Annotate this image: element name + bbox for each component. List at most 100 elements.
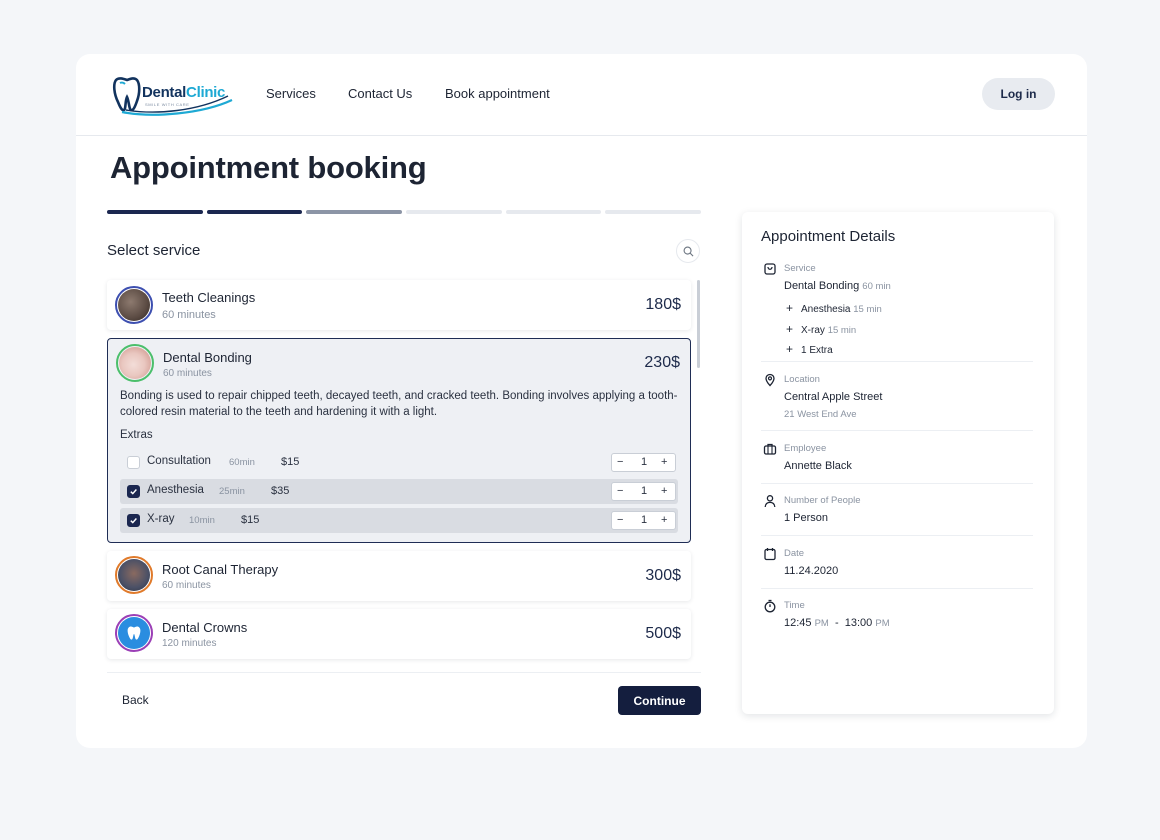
service-avatar	[116, 344, 154, 382]
continue-button[interactable]: Continue	[618, 686, 701, 715]
decrement-button[interactable]: −	[617, 485, 623, 497]
time-start-ampm: PM	[814, 618, 829, 629]
extra-price: $15	[281, 456, 300, 468]
service-item-teeth-cleanings[interactable]: Teeth Cleanings 60 minutes 180$	[107, 280, 691, 330]
increment-button[interactable]: +	[661, 456, 667, 468]
extra-duration: 60min	[229, 457, 255, 468]
details-title: Appointment Details	[761, 228, 896, 245]
time-start: 12:45	[784, 617, 812, 629]
quantity-stepper[interactable]: − 1 +	[611, 482, 676, 501]
details-extra: + X-ray 15 min	[786, 322, 857, 336]
decrement-button[interactable]: −	[617, 456, 623, 468]
details-time-label: Time	[784, 600, 805, 611]
service-price: 300$	[645, 567, 681, 584]
divider	[761, 430, 1033, 431]
tooth-icon	[127, 626, 141, 640]
quantity-stepper[interactable]: − 1 +	[611, 453, 676, 472]
service-name: Teeth Cleanings	[162, 290, 256, 305]
extra-duration: 25min	[219, 486, 245, 497]
service-duration: 60 minutes	[162, 580, 211, 591]
service-price: 230$	[644, 354, 680, 371]
person-icon	[764, 495, 776, 508]
login-button[interactable]: Log in	[982, 78, 1055, 110]
plus-icon: +	[786, 301, 794, 315]
search-icon	[683, 246, 693, 256]
checkmark-icon	[130, 489, 137, 495]
time-separator: -	[834, 617, 839, 629]
details-date-value: 11.24.2020	[784, 565, 839, 577]
details-time: Time 12:45 PM - 13:00 PM	[761, 599, 1033, 639]
logo-tagline: SMILE WITH CARE	[145, 102, 190, 107]
extra-checkbox[interactable]	[127, 485, 140, 498]
appointment-details-panel: Appointment Details Service Dental Bondi…	[742, 212, 1054, 714]
extra-checkbox[interactable]	[127, 456, 140, 469]
details-employee-label: Employee	[784, 443, 827, 454]
progress-step-1	[107, 210, 203, 214]
extra-checkbox[interactable]	[127, 514, 140, 527]
plus-icon: +	[786, 342, 794, 356]
quantity-value: 1	[641, 485, 648, 497]
extra-name: X-ray	[147, 513, 175, 525]
details-service: Service Dental Bonding 60 min + Anesthesi…	[761, 262, 1033, 362]
service-name: Dental Crowns	[162, 620, 248, 635]
nav-contact-us[interactable]: Contact Us	[348, 86, 412, 101]
details-employee: Employee Annette Black	[761, 442, 1033, 486]
bag-icon	[764, 263, 776, 275]
service-avatar	[115, 286, 153, 324]
nav-book-appointment[interactable]: Book appointment	[445, 86, 550, 101]
details-people-label: Number of People	[784, 495, 861, 506]
increment-button[interactable]: +	[661, 514, 667, 526]
progress-step-5	[506, 210, 601, 214]
service-description: Bonding is used to repair chipped teeth,…	[120, 390, 678, 418]
details-extra[interactable]: +1 Extra	[786, 342, 833, 356]
progress-step-6	[605, 210, 701, 214]
increment-button[interactable]: +	[661, 485, 667, 497]
search-button[interactable]	[676, 239, 700, 263]
details-location-sub: 21 West End Ave	[784, 409, 857, 420]
extra-name: Anesthesia	[147, 484, 204, 496]
extra-price: $15	[241, 514, 260, 526]
service-duration: 120 minutes	[162, 638, 217, 649]
service-avatar	[115, 614, 153, 652]
dental-clinic-logo[interactable]: DentalClinic SMILE WITH CARE	[112, 74, 234, 116]
service-avatar	[115, 556, 153, 594]
plus-icon: +	[786, 322, 794, 336]
divider	[761, 483, 1033, 484]
details-location-value: Central Apple Street	[784, 391, 883, 403]
progress-step-3	[306, 210, 402, 214]
extra-row-anesthesia: Anesthesia 25min $35 − 1 +	[120, 479, 678, 504]
service-duration: 60 minutes	[163, 368, 212, 379]
top-bar: DentalClinic SMILE WITH CARE Services Co…	[76, 54, 1087, 136]
divider	[761, 535, 1033, 536]
progress-step-4	[406, 210, 502, 214]
service-item-root-canal-therapy[interactable]: Root Canal Therapy 60 minutes 300$	[107, 551, 691, 601]
extras-label: Extras	[120, 429, 153, 441]
details-people: Number of People 1 Person	[761, 494, 1033, 538]
details-date: Date 11.24.2020	[761, 547, 1033, 591]
extra-name: Consultation	[147, 455, 211, 467]
logo-text: DentalClinic	[142, 84, 226, 101]
list-footer-divider	[107, 672, 701, 673]
details-people-value: 1 Person	[784, 512, 829, 524]
service-item-dental-bonding[interactable]: Dental Bonding 60 minutes 230$ Bonding i…	[107, 338, 691, 543]
main-card: DentalClinic SMILE WITH CARE Services Co…	[76, 54, 1087, 748]
details-service-value: Dental Bonding 60 min	[784, 280, 891, 292]
back-button[interactable]: Back	[122, 693, 149, 707]
extra-price: $35	[271, 485, 290, 497]
details-extra: + Anesthesia 15 min	[786, 301, 882, 315]
divider	[761, 361, 1033, 362]
extra-row-x-ray: X-ray 10min $15 − 1 +	[120, 508, 678, 533]
decrement-button[interactable]: −	[617, 514, 623, 526]
quantity-stepper[interactable]: − 1 +	[611, 511, 676, 530]
service-list-scrollbar[interactable]	[697, 280, 700, 368]
briefcase-icon	[763, 443, 777, 455]
service-item-dental-crowns[interactable]: Dental Crowns 120 minutes 500$	[107, 609, 691, 659]
service-duration: 60 min	[862, 281, 891, 292]
time-end-ampm: PM	[875, 618, 890, 629]
calendar-icon	[764, 548, 776, 561]
checkmark-icon	[130, 518, 137, 524]
progress-steps	[107, 210, 701, 215]
service-duration: 60 minutes	[162, 309, 216, 321]
time-end: 13:00	[844, 617, 873, 629]
nav-services[interactable]: Services	[266, 86, 316, 101]
